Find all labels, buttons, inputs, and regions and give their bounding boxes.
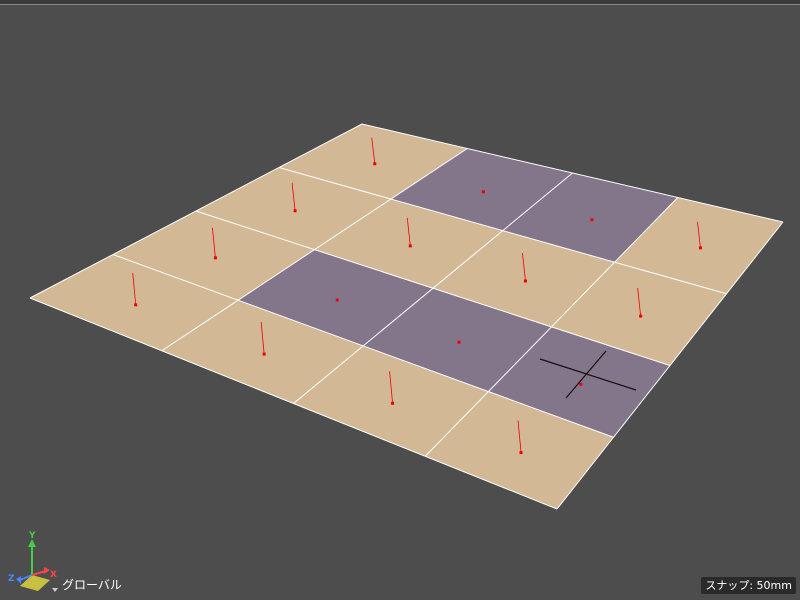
- z-axis-label: Z: [8, 574, 15, 584]
- tile-center-point[interactable]: [408, 244, 412, 248]
- axis-gizmo[interactable]: Y X Z: [6, 530, 66, 596]
- x-axis-label: X: [50, 570, 57, 580]
- coordinate-system-label: グローバル: [62, 578, 122, 592]
- tile-center-point[interactable]: [134, 303, 138, 307]
- tile-center-point[interactable]: [579, 382, 583, 386]
- coordinate-system-dropdown[interactable]: グローバル: [62, 578, 122, 592]
- snap-indicator: スナップ: 50mm: [701, 577, 796, 594]
- y-axis-label: Y: [28, 531, 36, 541]
- tile-center-point[interactable]: [523, 279, 527, 283]
- dropdown-arrow-icon[interactable]: [52, 588, 58, 592]
- tile-center-point[interactable]: [262, 352, 266, 356]
- tile-center-point[interactable]: [373, 162, 377, 166]
- snap-label: スナップ: 50mm: [705, 579, 792, 592]
- tile-center-point[interactable]: [335, 298, 339, 302]
- tile-center-point[interactable]: [481, 190, 485, 194]
- scene-canvas[interactable]: [0, 0, 800, 600]
- 3d-viewport[interactable]: Y X Z グローバル スナップ: 50mm: [0, 0, 800, 600]
- tile-center-point[interactable]: [457, 340, 461, 344]
- z-axis-arrow-icon: [16, 576, 21, 584]
- tile-center-point[interactable]: [391, 401, 395, 405]
- floor-grid[interactable]: [30, 124, 783, 509]
- tile-center-point[interactable]: [590, 218, 594, 222]
- tile-center-point[interactable]: [639, 314, 643, 318]
- tile-center-point[interactable]: [698, 246, 702, 250]
- x-axis-icon[interactable]: [31, 570, 47, 576]
- tile-center-point[interactable]: [213, 256, 217, 260]
- tile-center-point[interactable]: [293, 209, 297, 213]
- tile-center-point[interactable]: [519, 451, 523, 455]
